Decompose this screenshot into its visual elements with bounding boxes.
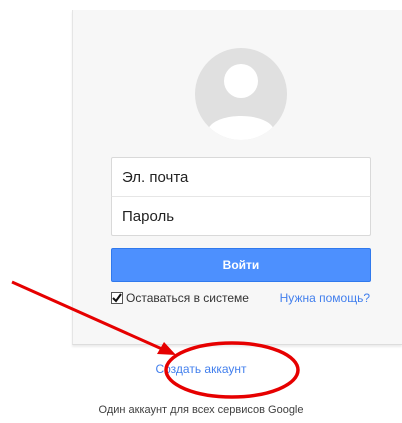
email-field[interactable] <box>111 157 371 197</box>
stay-signed-in-checkbox[interactable]: Оставаться в системе <box>111 290 249 306</box>
signin-button[interactable]: Войти <box>111 248 371 282</box>
help-link[interactable]: Нужна помощь? <box>280 291 370 305</box>
create-account-link[interactable]: Создать аккаунт <box>0 362 402 376</box>
stay-signed-in-label: Оставаться в системе <box>126 291 249 305</box>
password-field[interactable] <box>111 196 371 236</box>
login-card: Войти Оставаться в системе Нужна помощь? <box>72 10 402 345</box>
checkmark-icon[interactable] <box>111 292 123 304</box>
tagline: Один аккаунт для всех сервисов Google <box>98 404 304 416</box>
default-avatar-icon <box>195 48 287 140</box>
